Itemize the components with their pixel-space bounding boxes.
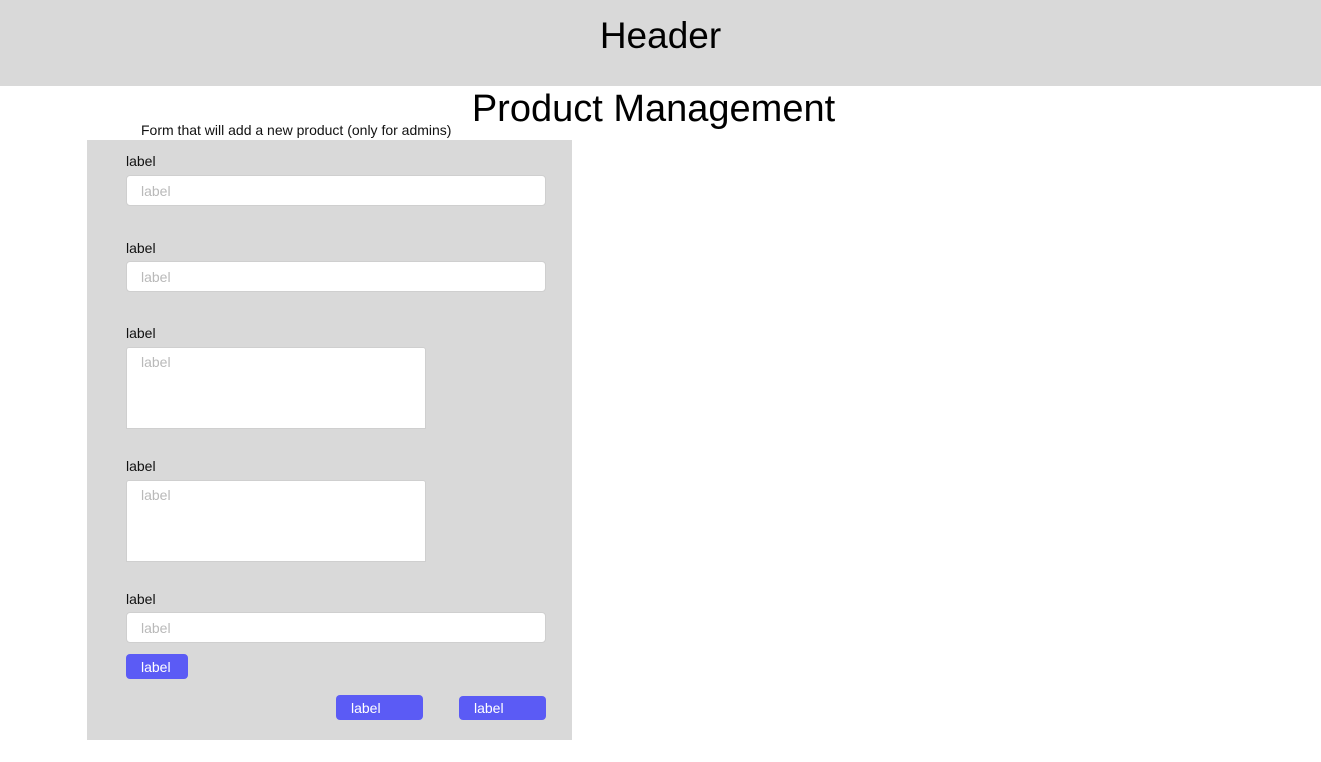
field-5-label: label	[126, 591, 156, 607]
field-3-textarea[interactable]	[126, 347, 426, 429]
field-1-input[interactable]	[126, 175, 546, 206]
field-5-input[interactable]	[126, 612, 546, 643]
header-title: Header	[599, 15, 722, 56]
field-3-label: label	[126, 325, 156, 341]
footer-button-secondary[interactable]: label	[459, 696, 546, 720]
form-caption: Form that will add a new product (only f…	[141, 122, 452, 138]
header-bar: Header	[0, 0, 1321, 86]
field-4-textarea[interactable]	[126, 480, 426, 562]
field-2-label: label	[126, 240, 156, 256]
footer-button-primary[interactable]: label	[336, 695, 423, 720]
field-2-input[interactable]	[126, 261, 546, 292]
add-product-form: label label label label label label labe…	[87, 140, 572, 740]
inline-action-button[interactable]: label	[126, 654, 188, 679]
field-1-label: label	[126, 153, 156, 169]
field-4-label: label	[126, 458, 156, 474]
